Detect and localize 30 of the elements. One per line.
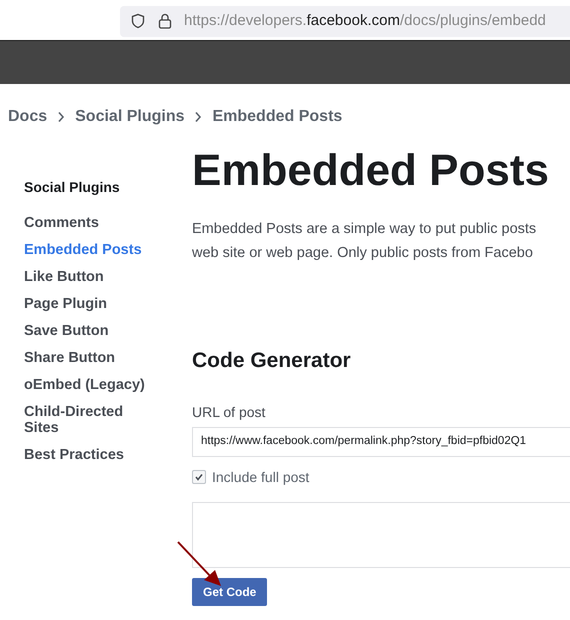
section-heading: Code Generator (192, 348, 352, 374)
url-text: https://developers.facebook.com/docs/plugins/embedd (184, 10, 546, 31)
annotation-arrow (176, 540, 224, 588)
sidebar-item[interactable]: Child-Directed Sites (24, 404, 154, 436)
sidebar-item[interactable]: oEmbed (Legacy) (24, 377, 154, 393)
chevron-right-icon (57, 111, 66, 123)
sidebar-item[interactable]: Like Button (24, 269, 154, 285)
field-label: URL of post (192, 402, 266, 422)
sidebar-item[interactable]: Save Button (24, 323, 154, 339)
lock-icon (158, 13, 172, 29)
sidebar-item[interactable]: Embedded Posts (24, 242, 154, 258)
checkbox-label: Include full post (212, 468, 310, 487)
checkbox[interactable] (192, 470, 206, 484)
url-input[interactable]: https://www.facebook.com/permalink.php?story_fbid=pfbid02Q1 (192, 426, 570, 456)
intro-text: Embedded Posts are a simple way to put public posts (192, 220, 538, 239)
page-title: Embedded Posts (192, 145, 550, 197)
sidebar-item[interactable]: Best Practices (24, 447, 154, 463)
breadcrumb-link[interactable]: Docs (8, 105, 48, 129)
shield-icon (130, 13, 146, 29)
chevron-right-icon (194, 111, 202, 123)
breadcrumb-link[interactable]: Social Plugins (75, 105, 184, 129)
sidebar-item[interactable]: Comments (24, 215, 154, 231)
address-bar[interactable]: https://developers.facebook.com/docs/plugins/embedd (120, 6, 570, 36)
get-code-button[interactable]: Get Code (192, 578, 268, 606)
checkmark-icon (194, 472, 204, 482)
intro-text: web site or web page. Only public posts from Facebo (192, 244, 534, 263)
sidebar-item[interactable]: Share Button (24, 350, 154, 366)
sidebar-item[interactable]: Page Plugin (24, 296, 154, 312)
breadcrumb-link[interactable]: Embedded Posts (212, 105, 342, 129)
sidebar-heading: Social Plugins (24, 178, 121, 197)
